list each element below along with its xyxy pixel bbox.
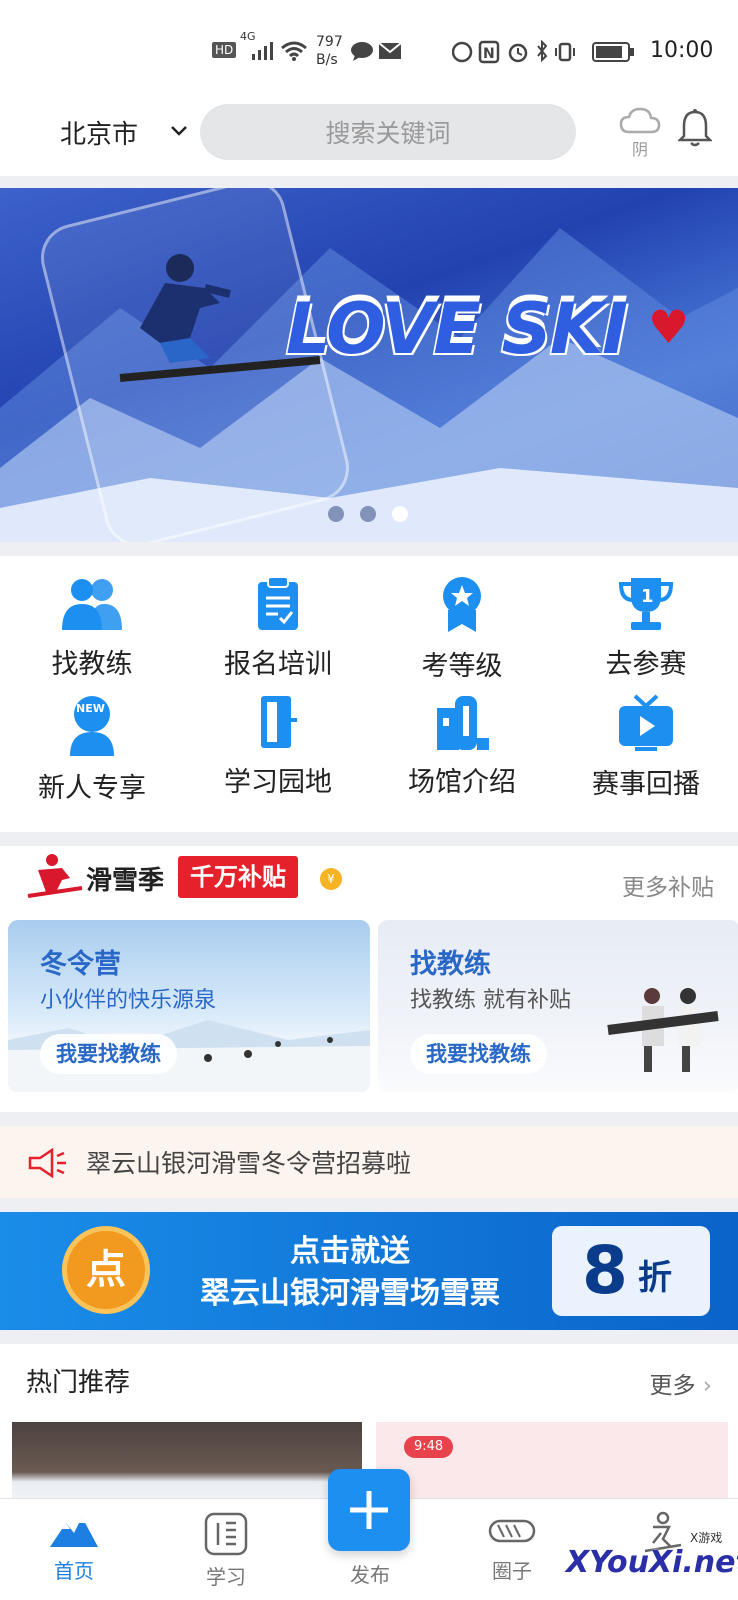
mail-notification-icon [378, 42, 402, 64]
chat-notification-icon [350, 40, 374, 66]
people-icon [62, 579, 122, 630]
carousel-dot-1[interactable] [328, 506, 344, 522]
more-link[interactable]: 更多 › [649, 1366, 712, 1400]
bell-icon[interactable] [676, 108, 714, 152]
grid-label: 报名培训 [224, 649, 332, 680]
weather-text: 阴 [631, 140, 648, 159]
snowboarders-image [607, 988, 719, 1072]
top-header: 北京市 搜索关键词 阴 [0, 96, 738, 176]
net-speed: 797 [316, 34, 343, 50]
discount-unit: 折 [638, 1258, 672, 1298]
card-subtitle: 找教练 就有补贴 [410, 988, 571, 1013]
grid-label: 找教练 [51, 649, 133, 680]
plus-icon [350, 1491, 388, 1529]
trophy-number: 1 [641, 586, 654, 607]
feature-grid: 找教练 报名培训 考等级 1 去参赛 NEW 新人专享 学习园地 场馆介绍 赛事… [0, 556, 738, 832]
section-title: 热门推荐 [26, 1368, 131, 1398]
discount-ticket: 8 折 [552, 1226, 710, 1316]
nav-label: 发布 [350, 1563, 390, 1587]
heart-icon: ♥ [648, 300, 690, 354]
carousel-dot-3-active[interactable] [392, 506, 408, 522]
nav-learn[interactable]: 学习 [176, 1511, 276, 1590]
love-ski-logo: LOVE SKI [286, 288, 628, 370]
chevron-right-icon: › [702, 1373, 712, 1399]
new-tag: NEW [76, 702, 105, 715]
building-icon [437, 696, 489, 750]
grid-item-join-competition[interactable]: 1 去参赛 [556, 576, 736, 681]
cloud-icon [619, 107, 661, 134]
card-title: 找教练 [410, 949, 491, 980]
grid-label: 去参赛 [605, 649, 687, 680]
grid-label: 新人专享 [38, 773, 146, 804]
notice-text: 翠云山银河滑雪冬令营招募啦 [86, 1149, 412, 1178]
grid-item-exam-level[interactable]: 考等级 [372, 576, 552, 683]
status-icons-right: N [451, 39, 602, 68]
subsidy-badge: 千万补贴 [178, 856, 298, 898]
winter-camp-card[interactable]: 冬令营 小伙伴的快乐源泉 我要找教练 [8, 920, 370, 1092]
battery-icon [592, 42, 636, 66]
subsidy-section: 滑雪季 千万补贴 ¥ 更多补贴 冬令营 小伙伴的快乐源泉 我要找教练 找教练 找… [0, 846, 738, 1112]
nav-circle[interactable]: 圈子 [462, 1511, 562, 1584]
city-selector[interactable]: 北京市 [60, 114, 138, 151]
promo-line-1: 点击就送 [290, 1234, 410, 1269]
mountain-icon [50, 1517, 98, 1547]
grid-label: 学习园地 [224, 767, 332, 798]
chevron-down-icon[interactable] [170, 122, 188, 141]
grid-item-venues[interactable]: 场馆介绍 [372, 694, 552, 799]
megaphone-icon [26, 1147, 68, 1182]
coin-icon: ¥ [320, 868, 342, 890]
weather-widget[interactable]: 阴 [618, 106, 662, 160]
find-coach-button[interactable]: 我要找教练 [410, 1034, 547, 1074]
card-subtitle: 小伙伴的快乐源泉 [40, 988, 217, 1013]
nav-home[interactable]: 首页 [24, 1511, 124, 1584]
status-bar: HD 4G 797 B/s N 10:00 [0, 0, 738, 96]
grid-item-find-coach[interactable]: 找教练 [2, 576, 182, 681]
watermark-logo: XYouXi.net [566, 1545, 738, 1580]
grid-item-new-user[interactable]: NEW 新人专享 [2, 694, 182, 805]
grid-item-learning[interactable]: 学习园地 [188, 694, 368, 799]
wifi-icon [280, 40, 308, 66]
nav-label: 首页 [54, 1559, 94, 1583]
bottom-nav: 首页 学习 发布 圈子 我的 X游戏 XYouXi.net [0, 1469, 738, 1600]
thumb-time-badge: 9:48 [404, 1436, 454, 1458]
trophy-icon: 1 [618, 578, 674, 630]
more-label: 更多 [649, 1373, 696, 1399]
new-user-icon: NEW [70, 696, 114, 756]
search-input[interactable]: 搜索关键词 [200, 104, 576, 160]
nav-label: 学习 [206, 1565, 246, 1589]
grid-label: 场馆介绍 [408, 767, 516, 798]
signal-icon [250, 40, 276, 66]
grid-item-replays[interactable]: 赛事回播 [556, 694, 736, 801]
book-icon [204, 1512, 248, 1556]
promo-circle: 点 [62, 1226, 150, 1314]
svg-text:N: N [483, 46, 495, 62]
notice-bar[interactable]: 翠云山银河滑雪冬令营招募啦 [0, 1126, 738, 1198]
publish-button[interactable] [328, 1469, 410, 1551]
skier-logo-icon [27, 854, 83, 898]
grid-label: 考等级 [421, 651, 503, 682]
door-icon [261, 696, 297, 748]
clock: 10:00 [650, 38, 714, 63]
hero-banner[interactable]: LOVE SKI ♥ [0, 188, 738, 542]
hd-indicator: HD [212, 42, 237, 58]
tv-icon [619, 694, 673, 751]
clipboard-icon [258, 576, 298, 630]
nav-label: 圈子 [492, 1559, 532, 1583]
card-title: 冬令营 [40, 949, 121, 980]
watermark-small: X游戏 [690, 1531, 723, 1545]
more-subsidy-link[interactable]: 更多补贴 [622, 868, 714, 902]
ticket-promo-banner[interactable]: 点 点击就送 翠云山银河滑雪场雪票 8 折 [0, 1212, 738, 1330]
goggles-icon [488, 1519, 536, 1543]
find-coach-button[interactable]: 我要找教练 [40, 1034, 177, 1074]
net-unit: B/s [316, 52, 338, 68]
discount-number: 8 [582, 1232, 628, 1309]
find-coach-card[interactable]: 找教练 找教练 就有补贴 我要找教练 [378, 920, 738, 1092]
grid-item-enroll-training[interactable]: 报名培训 [188, 576, 368, 681]
promo-line-2: 翠云山银河滑雪场雪票 [200, 1276, 500, 1311]
badge-icon [443, 577, 481, 632]
grid-label: 赛事回播 [592, 769, 700, 800]
section-title: 滑雪季 [86, 866, 165, 896]
carousel-dot-2[interactable] [360, 506, 376, 522]
